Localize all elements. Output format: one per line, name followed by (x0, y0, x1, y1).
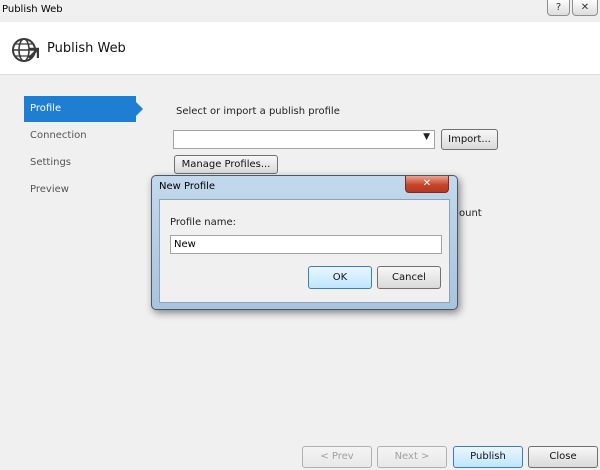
nav-item-connection[interactable]: Connection (24, 123, 144, 149)
ok-button[interactable]: OK (308, 266, 372, 289)
help-icon: ? (555, 2, 562, 13)
dialog-title: New Profile (159, 181, 216, 192)
profile-select[interactable]: ▼ (173, 130, 435, 149)
wizard-nav: Profile Connection Settings Preview (24, 96, 144, 204)
new-profile-dialog: New Profile ✕ Profile name: OK Cancel (151, 175, 458, 310)
chevron-down-icon: ▼ (423, 132, 430, 142)
cancel-button[interactable]: Cancel (377, 266, 441, 289)
manage-profiles-label: Manage Profiles... (181, 159, 271, 170)
header-banner: Publish Web (0, 22, 600, 75)
next-button-label: Next > (394, 451, 430, 462)
profile-name-input[interactable] (170, 235, 442, 254)
nav-item-settings[interactable]: Settings (24, 150, 144, 176)
window-titlebar: Publish Web ? ✕ (0, 0, 600, 22)
manage-profiles-button[interactable]: Manage Profiles... (174, 155, 278, 174)
footer-bar: < Prev Next > Publish Close (0, 440, 600, 470)
ok-button-label: OK (332, 272, 348, 283)
cancel-button-label: Cancel (392, 272, 426, 283)
close-button[interactable]: Close (528, 446, 598, 468)
header-title: Publish Web (47, 41, 126, 56)
nav-item-label: Profile (30, 103, 62, 114)
globe-publish-icon (12, 38, 39, 62)
close-button-label: Close (549, 451, 577, 462)
profile-prompt-label: Select or import a publish profile (176, 106, 340, 117)
nav-item-preview[interactable]: Preview (24, 177, 144, 203)
publish-button-label: Publish (470, 451, 506, 462)
publish-button[interactable]: Publish (453, 446, 523, 468)
import-button-label: Import... (448, 134, 491, 145)
import-button[interactable]: Import... (441, 129, 498, 150)
close-icon: ✕ (580, 2, 590, 13)
obscured-text: ount (459, 208, 482, 219)
nav-item-profile[interactable]: Profile (24, 96, 143, 122)
prev-button[interactable]: < Prev (302, 446, 372, 468)
close-icon: ✕ (422, 178, 432, 189)
next-button[interactable]: Next > (377, 446, 447, 468)
nav-item-label: Settings (30, 157, 72, 168)
window-close-button[interactable]: ✕ (572, 0, 598, 16)
dialog-close-button[interactable]: ✕ (405, 176, 449, 193)
help-button[interactable]: ? (547, 0, 570, 16)
profile-name-label: Profile name: (170, 217, 237, 228)
nav-item-label: Preview (30, 184, 69, 195)
dialog-body: Profile name: OK Cancel (159, 199, 450, 303)
window-title: Publish Web (2, 4, 63, 15)
nav-item-label: Connection (30, 130, 87, 141)
prev-button-label: < Prev (320, 451, 354, 462)
